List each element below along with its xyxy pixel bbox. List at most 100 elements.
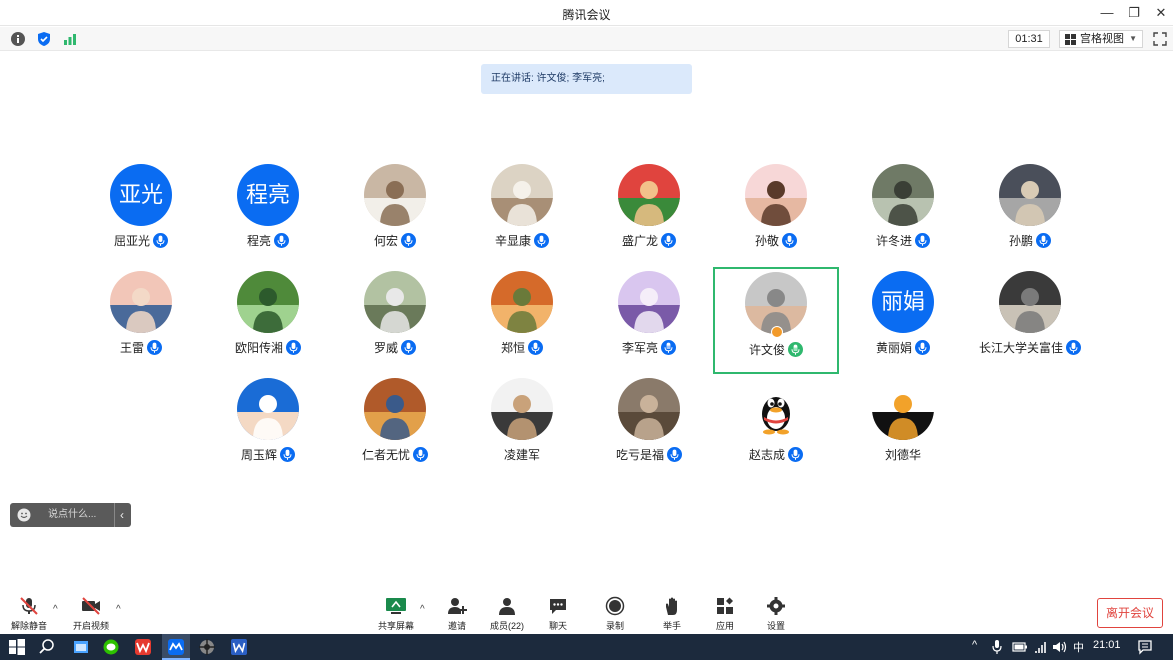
participant-name: 凌建军 xyxy=(459,446,585,463)
participant-name: 长江大学关富佳 xyxy=(967,339,1093,356)
profile-photo-icon xyxy=(364,164,426,226)
invite-icon xyxy=(448,598,467,614)
invite-button[interactable]: 邀请 xyxy=(432,596,482,634)
profile-photo-icon xyxy=(618,164,680,226)
share-screen-button[interactable]: 共享屏幕 xyxy=(371,596,421,634)
leave-meeting-button[interactable]: 离开会议 xyxy=(1097,598,1163,628)
participant-tile[interactable]: 吃亏是福 xyxy=(586,378,712,484)
participant-tile[interactable]: 程亮 程亮 xyxy=(205,164,331,270)
participant-avatar xyxy=(237,271,299,333)
signal-icon[interactable] xyxy=(62,31,78,47)
participant-name: 郑恒 xyxy=(459,339,585,356)
shield-icon[interactable] xyxy=(36,31,52,47)
gear-icon xyxy=(767,597,785,615)
start-video-button[interactable]: 开启视频 xyxy=(66,596,116,634)
participant-tile[interactable]: 孙敬 xyxy=(713,164,839,270)
collapse-chevron-icon[interactable]: ‹ xyxy=(120,503,124,527)
participant-tile[interactable]: 亚光 屈亚光 xyxy=(78,164,204,270)
tencent-meeting-taskbar-item[interactable] xyxy=(162,634,190,660)
video-options-chevron-icon[interactable]: ^ xyxy=(116,604,121,615)
close-button[interactable]: ✕ xyxy=(1150,4,1172,22)
audio-options-chevron-icon[interactable]: ^ xyxy=(53,604,58,615)
participant-tile[interactable]: 罗威 xyxy=(332,271,458,377)
battery-icon[interactable] xyxy=(1012,640,1028,654)
tray-expand-icon[interactable]: ^ xyxy=(972,639,977,651)
participant-avatar xyxy=(872,164,934,226)
mic-icon xyxy=(534,233,549,248)
profile-photo-icon xyxy=(110,271,172,333)
raise-hand-button[interactable]: 举手 xyxy=(647,596,697,634)
settings-button[interactable]: 设置 xyxy=(751,596,801,634)
participant-tile[interactable]: 长江大学关富佳 xyxy=(967,271,1093,377)
search-icon[interactable] xyxy=(38,638,56,656)
divider xyxy=(114,503,115,527)
windows-start-icon[interactable] xyxy=(8,638,26,656)
fullscreen-icon[interactable] xyxy=(1152,31,1168,47)
participant-tile[interactable]: 凌建军 xyxy=(459,378,585,484)
mic-icon xyxy=(274,233,289,248)
profile-photo-icon xyxy=(491,271,553,333)
participant-tile[interactable]: 何宏 xyxy=(332,164,458,270)
participant-tile[interactable]: 孙鹏 xyxy=(967,164,1093,270)
participant-tile[interactable]: 盛广龙 xyxy=(586,164,712,270)
participant-tile[interactable]: 丽娟 黄丽娟 xyxy=(840,271,966,377)
participant-tile[interactable]: 欧阳传湘 xyxy=(205,271,331,377)
participant-tile[interactable]: 辛显康 xyxy=(459,164,585,270)
participant-tile[interactable]: 郑恒 xyxy=(459,271,585,377)
wps-icon[interactable] xyxy=(134,638,152,656)
file-explorer-icon[interactable] xyxy=(72,638,90,656)
ime-indicator[interactable]: 中 xyxy=(1073,639,1084,655)
profile-photo-icon xyxy=(237,378,299,440)
participant-name: 程亮 xyxy=(205,232,331,249)
profile-photo-icon xyxy=(872,378,934,440)
wechat-icon[interactable] xyxy=(102,638,120,656)
apps-icon xyxy=(717,597,733,614)
mic-icon xyxy=(915,340,930,355)
unmute-button[interactable]: 解除静音 xyxy=(4,596,54,634)
app-icon[interactable] xyxy=(198,638,216,656)
wifi-icon[interactable] xyxy=(1034,640,1050,654)
chat-quick-input[interactable]: 说点什么... ‹ xyxy=(10,503,131,527)
participant-tile[interactable]: 赵志成 xyxy=(713,378,839,484)
meeting-toolbar: 解除静音 ^ 开启视频 ^ 共享屏幕 ^ 邀请 成员(22) 聊天 录制 举手 … xyxy=(0,590,1173,634)
record-label: 录制 xyxy=(605,621,624,631)
apps-button[interactable]: 应用 xyxy=(700,596,750,634)
mic-icon xyxy=(153,233,168,248)
restore-button[interactable]: ❐ xyxy=(1123,4,1145,22)
participant-name: 何宏 xyxy=(332,232,458,249)
tray-mic-icon[interactable] xyxy=(990,639,1004,655)
notification-icon[interactable] xyxy=(1137,639,1153,655)
members-button[interactable]: 成员(22) xyxy=(482,596,532,634)
profile-photo-icon xyxy=(745,164,807,226)
info-icon[interactable] xyxy=(10,31,26,47)
participant-tile[interactable]: 仁者无忧 xyxy=(332,378,458,484)
clock[interactable]: 21:01 xyxy=(1093,639,1121,651)
profile-photo-icon xyxy=(618,271,680,333)
participant-tile[interactable]: 李军亮 xyxy=(586,271,712,377)
participant-name-text: 黄丽娟 xyxy=(875,341,912,355)
share-options-chevron-icon[interactable]: ^ xyxy=(420,604,425,615)
mic-icon xyxy=(413,447,428,462)
profile-photo-icon xyxy=(618,378,680,440)
participant-tile[interactable]: 许冬进 xyxy=(840,164,966,270)
volume-icon[interactable] xyxy=(1052,640,1068,654)
participant-tile[interactable]: 王雷 xyxy=(78,271,204,377)
participant-tile[interactable]: 周玉辉 xyxy=(205,378,331,484)
participant-tile[interactable]: 许文俊 xyxy=(713,267,839,374)
raise-hand-icon xyxy=(666,597,677,615)
participant-name: 刘德华 xyxy=(840,446,966,463)
chat-button[interactable]: 聊天 xyxy=(533,596,583,634)
participant-name-text: 刘德华 xyxy=(884,448,921,462)
participant-tile[interactable]: 刘德华 xyxy=(840,378,966,484)
minimize-button[interactable]: — xyxy=(1096,4,1118,22)
view-mode-dropdown[interactable]: 宫格视图 ▼ xyxy=(1059,30,1143,48)
record-button[interactable]: 录制 xyxy=(590,596,640,634)
participant-name-text: 许文俊 xyxy=(748,343,785,357)
emoji-icon[interactable] xyxy=(17,508,31,522)
word-icon[interactable] xyxy=(230,638,248,656)
speaking-banner: 正在讲话: 许文俊; 李军亮; xyxy=(481,64,692,94)
mic-speaking-icon xyxy=(788,342,803,357)
chat-placeholder: 说点什么... xyxy=(48,509,97,520)
participant-avatar xyxy=(872,378,934,440)
profile-photo-icon xyxy=(364,378,426,440)
